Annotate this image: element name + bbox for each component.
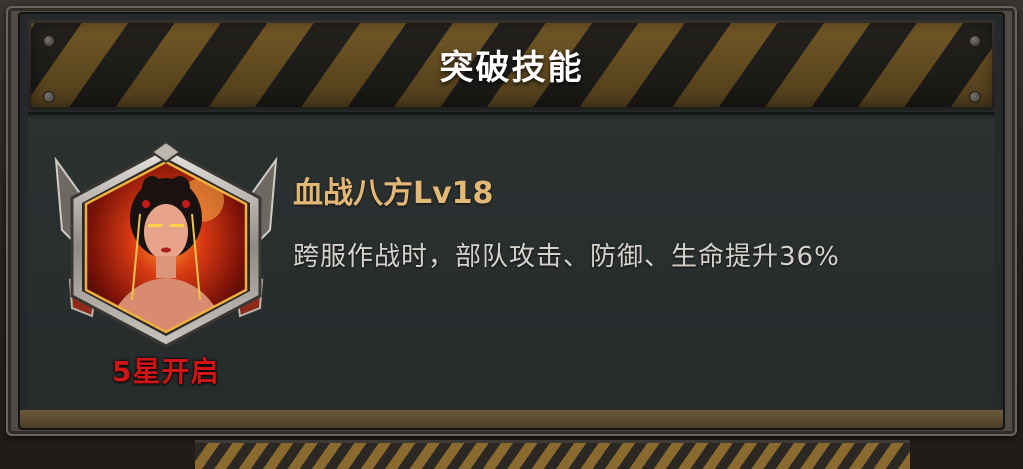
- rivet-icon: [970, 92, 980, 102]
- hero-portrait-icon: [54, 140, 278, 348]
- panel-title: 突破技能: [439, 48, 584, 88]
- rivet-icon: [44, 92, 54, 102]
- game-window: 突破技能 5星开启 血战八方Lv18 跨服作战时，部队攻击、防御、生命提升36%: [0, 0, 1023, 469]
- unlock-star-label: 5星开启: [112, 355, 220, 388]
- skill-badge[interactable]: [52, 140, 280, 348]
- header-divider: [28, 112, 995, 115]
- bottom-hazard-tab: [195, 440, 910, 469]
- skill-name: 血战八方Lv18: [293, 176, 494, 211]
- panel-bottom-rim: [20, 410, 1003, 428]
- skill-description: 跨服作战时，部队攻击、防御、生命提升36%: [293, 242, 840, 272]
